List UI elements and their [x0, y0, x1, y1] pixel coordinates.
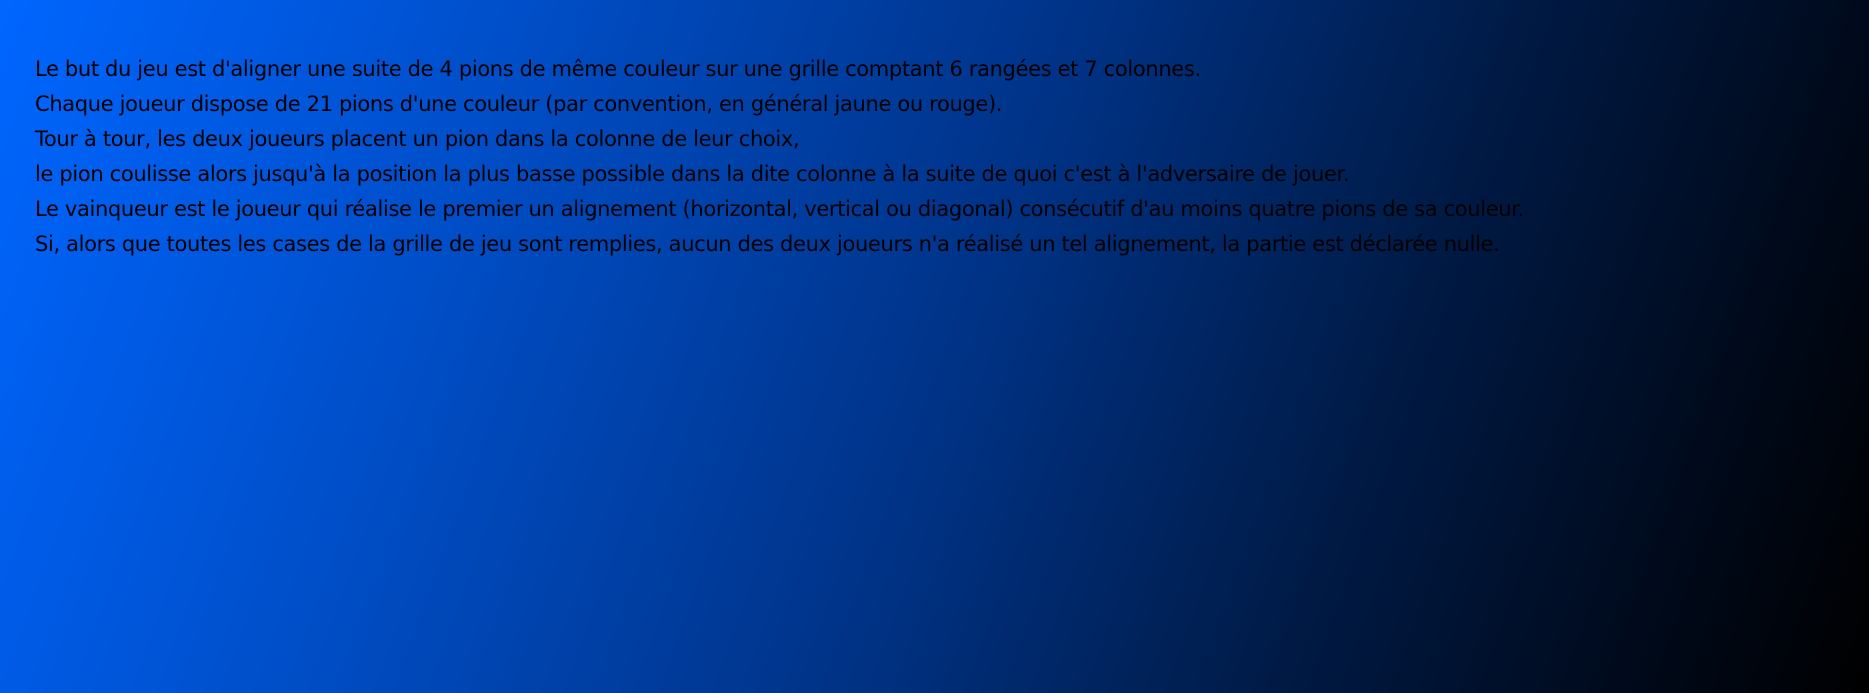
- game-rules-page: { "rules": { "lines": [ "Le but du jeu e…: [0, 0, 1869, 693]
- rules-text-block: Le but du jeu est d'aligner une suite de…: [35, 52, 1835, 262]
- rule-line-draw: Si, alors que toutes les cases de la gri…: [35, 232, 1500, 256]
- rule-line-pieces: Chaque joueur dispose de 21 pions d'une …: [35, 92, 1003, 116]
- rule-line-winner: Le vainqueur est le joueur qui réalise l…: [35, 197, 1524, 221]
- rule-line-goal: Le but du jeu est d'aligner une suite de…: [35, 57, 1201, 81]
- rule-line-gravity: le pion coulisse alors jusqu'à la positi…: [35, 162, 1350, 186]
- rule-line-turns: Tour à tour, les deux joueurs placent un…: [35, 127, 800, 151]
